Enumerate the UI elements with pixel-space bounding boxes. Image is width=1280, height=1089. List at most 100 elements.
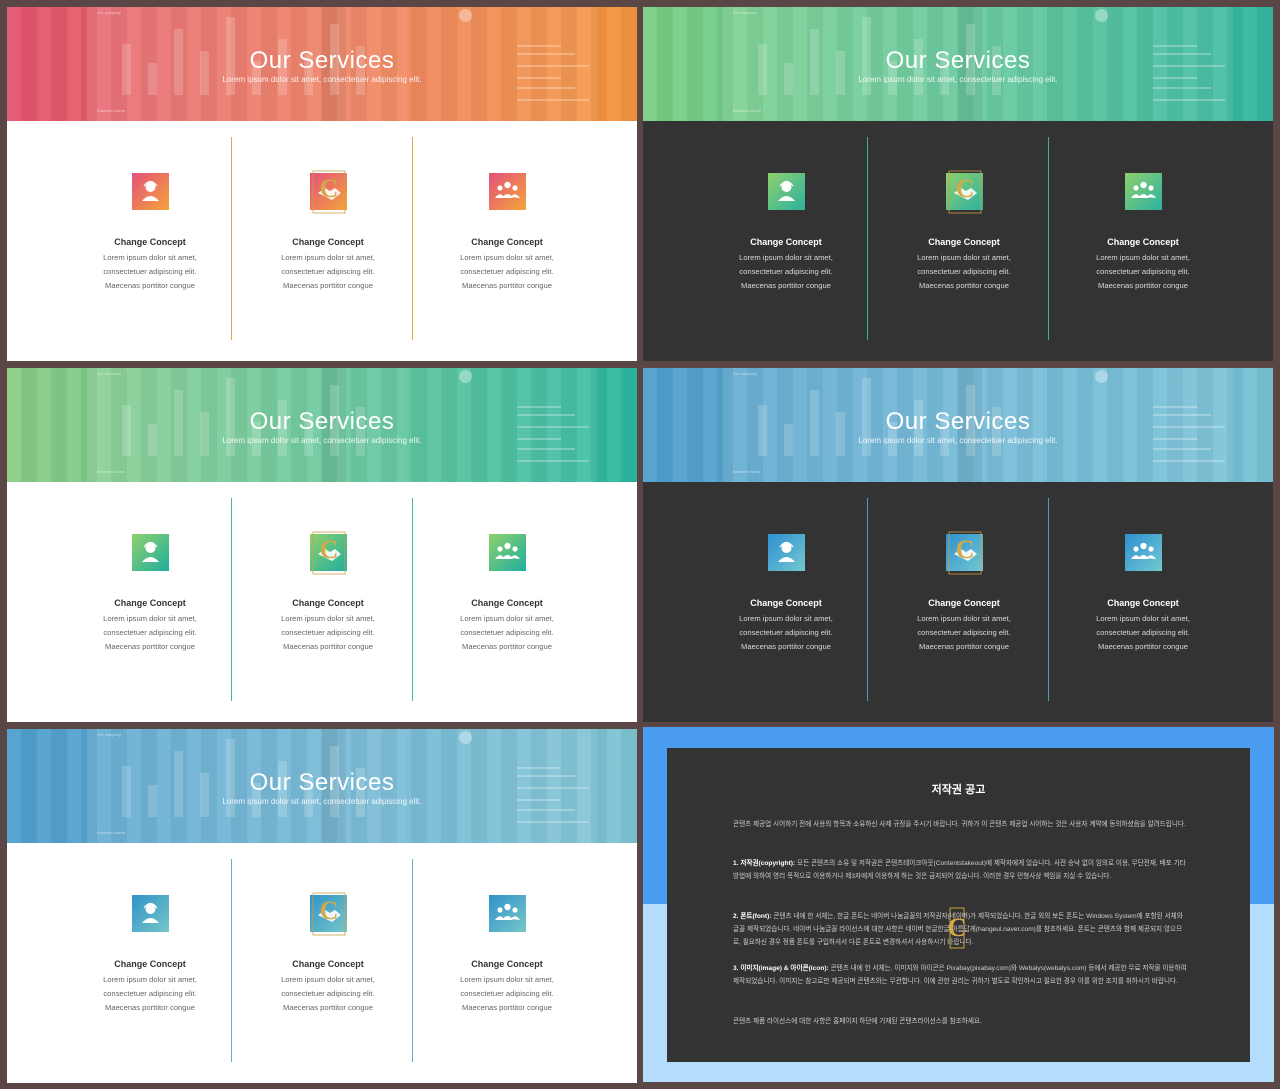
service-description-line: Maecenas porttitor congue <box>105 281 195 290</box>
service-title: Change Concept <box>471 959 543 969</box>
service-description-line: Maecenas porttitor congue <box>462 281 552 290</box>
service-description-line: Lorem ipsum dolor sit amet, <box>739 614 833 623</box>
service-description-line: Lorem ipsum dolor sit amet, <box>917 614 1011 623</box>
hero-bg-caption: Business Name <box>97 469 126 474</box>
services-slide: Our company Business Name Our Services L… <box>7 368 637 722</box>
service-description-line: Maecenas porttitor congue <box>1098 642 1188 651</box>
services-body: Change Concept Lorem ipsum dolor sit ame… <box>643 482 1273 722</box>
svg-text:C: C <box>320 896 339 925</box>
person-icon <box>132 173 169 210</box>
service-description-line: Lorem ipsum dolor sit amet, <box>281 253 375 262</box>
person-icon <box>132 895 169 932</box>
hero-bg-line <box>1153 87 1211 89</box>
avatar <box>1095 370 1108 383</box>
service-description: Lorem ipsum dolor sit amet, consectetuer… <box>1054 612 1232 654</box>
avatar <box>459 370 472 383</box>
service-description: Lorem ipsum dolor sit amet, consectetuer… <box>61 973 239 1015</box>
hero-banner: Our company Business Name Our Services L… <box>7 368 637 482</box>
services-body: Change Concept Lorem ipsum dolor sit ame… <box>7 843 637 1083</box>
section-heading: 3. 이미지(image) & 아이콘(icon): <box>733 965 829 972</box>
slide-subtitle: Lorem ipsum dolor sit amet, consectetuer… <box>222 75 422 84</box>
hero-bg-caption: Business Name <box>97 830 126 835</box>
handshake-icon: C <box>310 892 347 936</box>
service-title: Change Concept <box>114 237 186 247</box>
copyright-section-3: 3. 이미지(image) & 아이콘(icon): 콘텐츠 내에 한 서체는,… <box>733 962 1187 988</box>
svg-text:C: C <box>948 913 967 942</box>
service-description-line: consectetuer adipiscing elit. <box>281 628 375 637</box>
service-column: Change Concept Lorem ipsum dolor sit ame… <box>61 482 239 722</box>
group-icon <box>1125 534 1162 571</box>
group-icon <box>1125 173 1162 210</box>
copyright-panel: 저작권 공고 콘텐츠 제공업 시어하기 전에 사용의 항목과 소유하신 사제 규… <box>667 748 1250 1062</box>
service-column: C Change Concept Lorem ipsum dolor sit a… <box>239 843 417 1083</box>
hero-bg-line <box>1153 448 1211 450</box>
service-description-line: consectetuer adipiscing elit. <box>739 628 833 637</box>
service-description: Lorem ipsum dolor sit amet, consectetuer… <box>418 612 596 654</box>
service-column: C Change Concept Lorem ipsum dolor sit a… <box>239 121 417 361</box>
service-description-line: Maecenas porttitor congue <box>919 642 1009 651</box>
avatar <box>459 731 472 744</box>
service-description-line: consectetuer adipiscing elit. <box>917 628 1011 637</box>
service-description: Lorem ipsum dolor sit amet, consectetuer… <box>1054 251 1232 293</box>
svg-text:C: C <box>320 535 339 564</box>
copyright-title: 저작권 공고 <box>931 784 986 796</box>
service-description-line: Maecenas porttitor congue <box>741 642 831 651</box>
hero-bg-line <box>517 87 575 89</box>
service-column: C Change Concept Lorem ipsum dolor sit a… <box>239 482 417 722</box>
svg-text:C: C <box>956 535 975 564</box>
brand-logo: C <box>311 530 347 576</box>
service-description-line: Maecenas porttitor congue <box>462 1003 552 1012</box>
service-description-line: Lorem ipsum dolor sit amet, <box>460 975 554 984</box>
service-title: Change Concept <box>471 598 543 608</box>
service-column: Change Concept Lorem ipsum dolor sit ame… <box>418 843 596 1083</box>
hero-bg-line <box>517 821 589 823</box>
slide-title: Our Services <box>249 408 395 435</box>
service-description-line: Lorem ipsum dolor sit amet, <box>103 253 197 262</box>
services-body: Change Concept Lorem ipsum dolor sit ame… <box>643 121 1273 361</box>
service-description-line: consectetuer adipiscing elit. <box>103 989 197 998</box>
service-column: Change Concept Lorem ipsum dolor sit ame… <box>61 121 239 361</box>
slide-subtitle: Lorem ipsum dolor sit amet, consectetuer… <box>222 436 422 445</box>
service-description-line: Lorem ipsum dolor sit amet, <box>281 975 375 984</box>
service-description-line: Maecenas porttitor congue <box>462 642 552 651</box>
hero-bg-caption: Business Name <box>97 108 126 113</box>
hero-bg-caption: Our company <box>733 371 758 376</box>
service-description-line: Lorem ipsum dolor sit amet, <box>103 614 197 623</box>
brand-logo: C <box>947 169 983 215</box>
service-column: Change Concept Lorem ipsum dolor sit ame… <box>418 482 596 722</box>
service-description-line: consectetuer adipiscing elit. <box>460 628 554 637</box>
handshake-icon: C <box>310 531 347 575</box>
service-column: Change Concept Lorem ipsum dolor sit ame… <box>697 482 875 722</box>
brand-logo: C <box>311 169 347 215</box>
person-icon <box>132 534 169 571</box>
service-description-line: consectetuer adipiscing elit. <box>103 628 197 637</box>
service-title: Change Concept <box>750 598 822 608</box>
service-column: Change Concept Lorem ipsum dolor sit ame… <box>697 121 875 361</box>
avatar <box>1095 9 1108 22</box>
copyright-section-1: 1. 저작권(copyright): 모든 콘텐츠의 소유 및 저작권은 콘텐츠… <box>733 857 1187 883</box>
hero-bg-line <box>517 809 575 811</box>
person-icon <box>768 173 805 210</box>
slide-title: Our Services <box>249 769 395 796</box>
hero-bg-caption: Our company <box>97 371 122 376</box>
service-description-line: Maecenas porttitor congue <box>283 1003 373 1012</box>
copyright-intro: 콘텐츠 제공업 시어하기 전에 사용의 항목과 소유하신 사제 규정을 주시기 … <box>733 821 1186 828</box>
service-column: C Change Concept Lorem ipsum dolor sit a… <box>875 121 1053 361</box>
service-description: Lorem ipsum dolor sit amet, consectetuer… <box>239 973 417 1015</box>
service-description: Lorem ipsum dolor sit amet, consectetuer… <box>418 973 596 1015</box>
slide-title: Our Services <box>885 47 1031 74</box>
service-title: Change Concept <box>292 237 364 247</box>
brand-logo: C <box>947 530 983 576</box>
hero-bg-line <box>1153 99 1225 101</box>
service-column: Change Concept Lorem ipsum dolor sit ame… <box>418 121 596 361</box>
service-description-line: Maecenas porttitor congue <box>919 281 1009 290</box>
hero-banner: Our company Business Name Our Services L… <box>7 7 637 121</box>
watermark-logo: C <box>941 906 973 952</box>
service-description-line: consectetuer adipiscing elit. <box>103 267 197 276</box>
service-description: Lorem ipsum dolor sit amet, consectetuer… <box>875 612 1053 654</box>
service-description-line: consectetuer adipiscing elit. <box>281 989 375 998</box>
hero-bg-caption: Our company <box>733 10 758 15</box>
service-description-line: Maecenas porttitor congue <box>1098 281 1188 290</box>
service-description: Lorem ipsum dolor sit amet, consectetuer… <box>239 251 417 293</box>
service-description-line: Maecenas porttitor congue <box>105 1003 195 1012</box>
